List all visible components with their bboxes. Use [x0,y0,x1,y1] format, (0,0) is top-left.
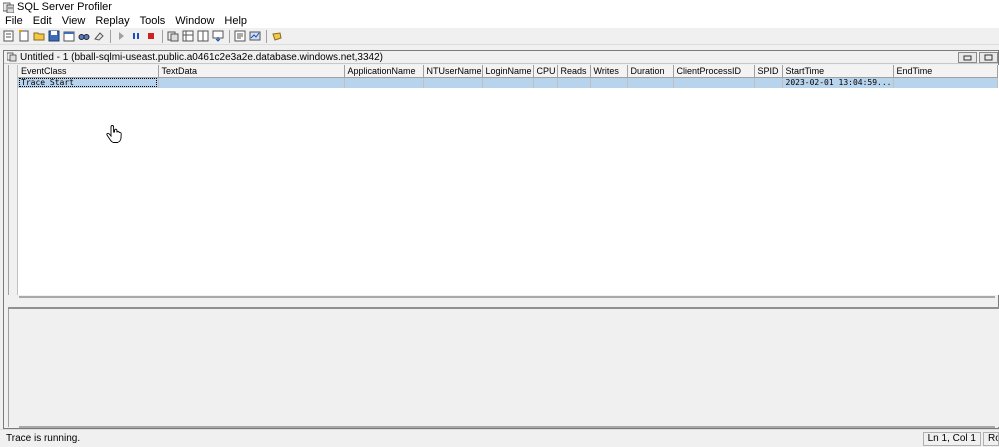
find-icon[interactable] [77,29,91,43]
template-props-icon[interactable] [233,29,247,43]
clear-icon[interactable] [92,29,106,43]
cell-spid[interactable] [754,77,782,88]
mdi-client-area: Untitled - 1 (bball-sqlmi-useast.public.… [0,46,999,429]
open-icon[interactable] [32,29,46,43]
col-header-endtime[interactable]: EndTime [893,65,997,77]
window-title: SQL Server Profiler [17,1,112,13]
menu-view[interactable]: View [57,14,91,28]
save-icon[interactable] [47,29,61,43]
grid-horizontal-scrollbar[interactable] [19,296,995,298]
row-header-strip [9,65,18,295]
cell-eventclass[interactable]: Trace Start [18,77,158,88]
run-icon[interactable] [114,29,128,43]
title-bar: SQL Server Profiler [0,0,999,14]
menu-edit[interactable]: Edit [28,14,57,28]
col-header-writes[interactable]: Writes [590,65,627,77]
toolbar-separator [110,30,111,43]
trace-events-table: EventClass TextData ApplicationName NTUs… [18,65,998,88]
table-row[interactable]: Trace Start 2023-02-01 13:04:59... [18,77,997,88]
col-header-reads[interactable]: Reads [557,65,590,77]
status-message: Trace is running. [0,433,921,444]
menu-bar: File Edit View Replay Tools Window Help [0,14,999,28]
cell-loginname[interactable] [482,77,533,88]
menu-tools[interactable]: Tools [135,14,171,28]
menu-file[interactable]: File [0,14,28,28]
document-title: Untitled - 1 (bball-sqlmi-useast.public.… [20,52,383,63]
trace-document-window: Untitled - 1 (bball-sqlmi-useast.public.… [3,50,999,429]
cell-ntusername[interactable] [423,77,482,88]
cell-textdata[interactable] [158,77,344,88]
cell-cpu[interactable] [533,77,557,88]
events-icon[interactable] [166,29,180,43]
filters-icon[interactable] [196,29,210,43]
status-rows: Rows [983,432,999,446]
col-header-applicationname[interactable]: ApplicationName [344,65,423,77]
col-header-ntusername[interactable]: NTUserName [423,65,482,77]
autoscroll-icon[interactable] [211,29,225,43]
toolbar-separator [229,30,230,43]
menu-help[interactable]: Help [219,14,252,28]
col-header-starttime[interactable]: StartTime [782,65,893,77]
column-header-row: EventClass TextData ApplicationName NTUs… [18,65,997,77]
help-icon[interactable] [270,29,284,43]
pause-icon[interactable] [129,29,143,43]
toolbar [0,28,999,45]
new-trace-icon[interactable] [2,29,16,43]
dashboard-icon[interactable] [248,29,262,43]
stop-icon[interactable] [144,29,158,43]
restore-icon[interactable] [958,52,977,63]
col-header-loginname[interactable]: LoginName [482,65,533,77]
hand-cursor-icon [104,124,124,144]
menu-replay[interactable]: Replay [90,14,134,28]
trace-grid: EventClass TextData ApplicationName NTUs… [8,65,999,295]
toolbar-separator [162,30,163,43]
cell-clientprocessid[interactable] [673,77,754,88]
cell-applicationname[interactable] [344,77,423,88]
properties-icon[interactable] [62,29,76,43]
col-header-cpu[interactable]: CPU [533,65,557,77]
cell-endtime[interactable] [893,77,997,88]
col-header-clientprocessid[interactable]: ClientProcessID [673,65,754,77]
menu-window[interactable]: Window [170,14,219,28]
document-title-bar: Untitled - 1 (bball-sqlmi-useast.public.… [4,51,998,64]
toolbar-separator [266,30,267,43]
col-header-spid[interactable]: SPID [754,65,782,77]
status-bar: Trace is running. Ln 1, Col 1 Rows [0,429,999,447]
col-header-textdata[interactable]: TextData [158,65,344,77]
cell-starttime[interactable]: 2023-02-01 13:04:59... [782,77,893,88]
new-template-icon[interactable] [17,29,31,43]
detail-horizontal-scrollbar[interactable] [19,426,995,428]
trace-document-icon [7,52,17,62]
cell-writes[interactable] [590,77,627,88]
event-detail-pane[interactable] [8,309,999,427]
col-header-eventclass[interactable]: EventClass [18,65,158,77]
profiler-app-icon [3,2,14,13]
status-position: Ln 1, Col 1 [923,432,981,446]
cell-reads[interactable] [557,77,590,88]
document-window-controls [956,51,998,63]
columns-icon[interactable] [181,29,195,43]
maximize-icon[interactable] [979,52,998,63]
cell-duration[interactable] [627,77,673,88]
col-header-duration[interactable]: Duration [627,65,673,77]
